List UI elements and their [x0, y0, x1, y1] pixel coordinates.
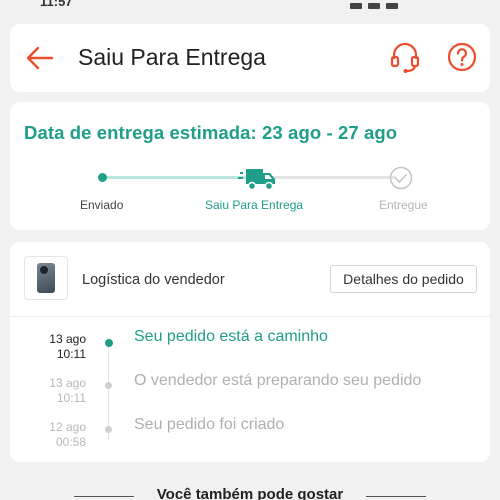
timeline-dot	[105, 426, 112, 433]
timeline-event: 13 ago 10:11 O vendedor está preparando s…	[10, 372, 490, 412]
delivered-check-icon	[389, 166, 413, 190]
event-description: Seu pedido está a caminho	[134, 328, 328, 345]
progress-track-pending	[272, 176, 396, 179]
timeline-dot	[105, 339, 113, 347]
divider	[366, 496, 426, 497]
status-bar: 11:57	[0, 0, 500, 22]
delivery-status-card: Data de entrega estimada: 23 ago - 27 ag…	[10, 102, 490, 230]
step-label-delivered: Entregue	[379, 198, 428, 212]
suggestions-title: Você também pode gostar	[156, 486, 344, 500]
order-details-button[interactable]: Detalhes do pedido	[330, 265, 477, 293]
question-icon	[447, 42, 477, 72]
event-date: 13 ago 10:11	[49, 376, 86, 405]
back-arrow-icon	[26, 46, 54, 70]
event-description: Seu pedido foi criado	[134, 416, 285, 433]
timeline-dot	[105, 382, 112, 389]
estimated-delivery-date: Data de entrega estimada: 23 ago - 27 ag…	[24, 122, 398, 143]
progress-track-done	[102, 176, 252, 179]
event-date: 13 ago 10:11	[49, 332, 86, 361]
divider	[10, 316, 490, 317]
step-sent-dot	[98, 173, 107, 182]
delivery-truck-icon	[238, 169, 275, 191]
event-description: O vendedor está preparando seu pedido	[134, 372, 422, 389]
logistics-card: Logística do vendedor Detalhes do pedido…	[10, 242, 490, 462]
timeline-event: 12 ago 00:58 Seu pedido foi criado	[10, 416, 490, 456]
headset-icon	[390, 42, 420, 73]
event-date: 12 ago 00:58	[49, 420, 86, 449]
step-label-out-for-delivery: Saiu Para Entrega	[205, 198, 304, 212]
page-title: Saiu Para Entrega	[78, 44, 266, 70]
customer-support-button[interactable]	[388, 40, 422, 74]
phone-camera	[40, 266, 48, 274]
timeline-event: 13 ago 10:11 Seu pedido está a caminho	[10, 328, 490, 368]
suggestions-heading: Você também pode gostar	[0, 486, 500, 500]
header-bar: Saiu Para Entrega	[10, 24, 490, 92]
help-button[interactable]	[446, 41, 478, 73]
back-button[interactable]	[24, 42, 56, 74]
product-thumbnail[interactable]	[24, 256, 68, 300]
status-time: 11:57	[40, 0, 73, 9]
step-label-sent: Enviado	[80, 198, 124, 212]
system-icons	[350, 0, 430, 9]
seller-logistics-label: Logística do vendedor	[82, 272, 225, 288]
